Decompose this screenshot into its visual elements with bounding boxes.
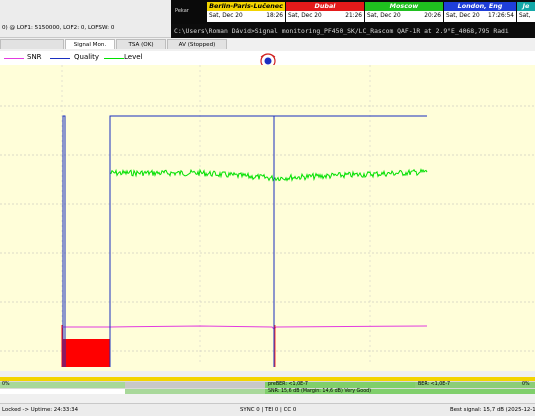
level-legend-swatch xyxy=(104,58,124,59)
snr-bar-mid xyxy=(125,389,265,394)
clock-city: Dubai xyxy=(286,2,364,11)
best-signal-status: Best signal: 15,7 dB (2025-12-19 18: xyxy=(450,407,535,413)
clock-london: London, Eng Sat, Dec 20 17:26:54 xyxy=(444,2,516,22)
clock-prefix-label: Pekar xyxy=(175,8,189,14)
bar-left-label: 0% xyxy=(2,382,10,387)
clock-time: 21:26 xyxy=(345,13,362,19)
tab-blank[interactable] xyxy=(0,39,64,49)
quality-bar-gray xyxy=(125,382,265,388)
dropout-block xyxy=(63,339,110,367)
clock-berlin: Berlin-Paris-Lučenec Sat, Dec 20 18:26 xyxy=(207,2,285,22)
clock-city: Berlin-Paris-Lučenec xyxy=(207,2,285,11)
level-series-line xyxy=(109,168,428,183)
quality-series-line xyxy=(109,115,427,367)
tab-tsa[interactable]: TSA (OK) xyxy=(116,39,166,49)
clock-date: Sat, Dec 20 xyxy=(446,13,480,19)
clock-time: 17:26:54 xyxy=(487,13,514,19)
prebер-label: preBER: <1,0E-7 xyxy=(268,382,308,387)
tab-av[interactable]: AV (Stopped) xyxy=(167,39,227,49)
clock-city: Je xyxy=(517,2,535,11)
terminal-command-line[interactable]: C:\Users\Roman Dávid>Signal monitoring_P… xyxy=(171,24,535,38)
clock-date: Sat, Dec 20 xyxy=(288,13,322,19)
sync-status: SYNC 0 | TEI 0 | CC 0 xyxy=(240,407,297,413)
snr-legend-label: SNR xyxy=(27,53,42,61)
signal-plot xyxy=(0,65,535,371)
quality-legend-label: Quality xyxy=(74,53,100,61)
lnb-info-text: 0) @ LOF1: 5150000, LOF2: 0, LOFSW: 0 xyxy=(2,25,115,31)
clock-time: 20:26 xyxy=(424,13,441,19)
lock-uptime-status: Locked -> Uptime: 24:33:34 xyxy=(2,407,79,413)
quality-bar-fill-left xyxy=(0,382,125,388)
clock-dubai: Dubai Sat, Dec 20 21:26 xyxy=(286,2,364,22)
clock-date: Sat, xyxy=(519,13,531,19)
snr-bar-left xyxy=(0,389,125,394)
signal-plot-canvas xyxy=(0,65,535,367)
status-bar: Locked -> Uptime: 24:33:34 SYNC 0 | TEI … xyxy=(0,403,535,416)
level-legend-label: Level xyxy=(124,53,143,61)
level-bar xyxy=(0,377,535,381)
clock-city: Moscow xyxy=(365,2,443,11)
tab-signal-monitor[interactable]: Signal Mon. xyxy=(65,39,115,49)
snr-legend-swatch xyxy=(4,58,24,59)
world-clock-widget: Pekar Berlin-Paris-Lučenec Sat, Dec 20 1… xyxy=(171,0,535,24)
clock-date: Sat, Dec 20 xyxy=(209,13,243,19)
bar-right-label: 0% xyxy=(522,382,530,387)
clock-time: 18:26 xyxy=(266,13,283,19)
clock-partial: Je Sat, xyxy=(517,2,535,22)
clock-city: London, Eng xyxy=(444,2,516,11)
clock-date: Sat, Dec 20 xyxy=(367,13,401,19)
quality-legend-swatch xyxy=(50,58,70,59)
quality-spike-left xyxy=(62,115,66,367)
snr-series-line xyxy=(109,325,428,330)
ber-label: BER: <1,0E-7 xyxy=(418,382,451,387)
snr-bar-label: SNR: 15,6 dB (Margin: 14,6 dB) Very Good… xyxy=(268,389,372,394)
clock-moscow: Moscow Sat, Dec 20 20:26 xyxy=(365,2,443,22)
signal-bars: 0% preBER: <1,0E-7 BER: <1,0E-7 0% SNR: … xyxy=(0,377,535,394)
